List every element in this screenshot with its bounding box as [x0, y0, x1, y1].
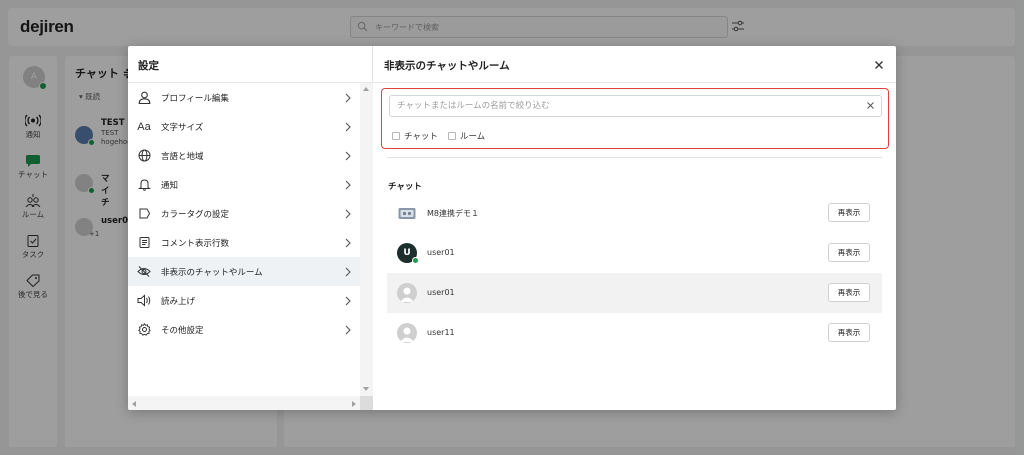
settings-horizontal-scrollbar[interactable] [128, 396, 360, 410]
chat-checkbox[interactable]: チャット [392, 130, 438, 142]
hidden-list-row: user01 再表示 [387, 273, 882, 313]
globe-icon [136, 148, 152, 164]
filter-panel: チャット ルーム [381, 88, 889, 149]
settings-vertical-scrollbar[interactable] [360, 83, 373, 396]
menu-item-notification[interactable]: 通知 [128, 170, 360, 199]
scroll-left-icon[interactable] [132, 401, 136, 407]
color-tag-icon [136, 206, 152, 222]
unhide-button[interactable]: 再表示 [828, 243, 870, 262]
avatar-initial: U [403, 248, 411, 258]
menu-item-profile[interactable]: プロフィール編集 [128, 83, 360, 112]
row-name: user11 [427, 328, 455, 337]
chevron-right-icon [345, 209, 351, 218]
default-avatar-icon [397, 283, 417, 303]
chevron-right-icon [345, 296, 351, 305]
menu-item-language[interactable]: 言語と地域 [128, 141, 360, 170]
scroll-up-icon[interactable] [363, 87, 369, 91]
font-size-icon: Aa [137, 120, 151, 133]
room-checkbox[interactable]: ルーム [447, 130, 486, 142]
online-dot [412, 257, 419, 264]
scroll-right-icon[interactable] [352, 401, 356, 407]
divider [373, 82, 896, 83]
settings-menu-pane: 設定 プロフィール編集 Aa 文字サイズ 言語と地域 通知 カラータグの設定 コ… [128, 46, 373, 410]
hidden-list-row: user11 再表示 [387, 313, 882, 353]
menu-item-label: カラータグの設定 [161, 209, 230, 220]
menu-item-other-settings[interactable]: その他設定 [128, 315, 360, 344]
close-icon[interactable] [873, 59, 885, 71]
unhide-button[interactable]: 再表示 [828, 323, 870, 342]
chevron-right-icon [345, 180, 351, 189]
chevron-right-icon [345, 151, 351, 160]
hidden-chats-pane: 非表示のチャットやルーム チャット ルーム チャット M8連携デモ１ 再表示 U… [373, 46, 896, 410]
chevron-right-icon [345, 267, 351, 276]
chevron-right-icon [345, 238, 351, 247]
checkbox-label: チャット [404, 132, 438, 142]
gear-icon [136, 322, 152, 338]
speaker-icon [136, 293, 152, 309]
user-avatar: U [397, 243, 419, 264]
menu-item-label: コメント表示行数 [161, 238, 230, 249]
scrollbar-corner [360, 396, 373, 410]
chevron-right-icon [345, 93, 351, 102]
row-name: user01 [427, 288, 455, 297]
menu-item-label: 通知 [161, 180, 179, 191]
checkbox-label: ルーム [459, 132, 486, 142]
comment-lines-icon [136, 235, 152, 251]
menu-item-font-size[interactable]: Aa 文字サイズ [128, 112, 360, 141]
menu-item-label: プロフィール編集 [161, 93, 229, 104]
menu-item-comment-lines[interactable]: コメント表示行数 [128, 228, 360, 257]
scroll-down-icon[interactable] [363, 387, 369, 391]
unhide-button[interactable]: 再表示 [828, 283, 870, 302]
person-icon [136, 90, 152, 106]
menu-item-hidden-chats[interactable]: 非表示のチャットやルーム [128, 257, 360, 286]
menu-item-label: その他設定 [161, 325, 204, 336]
section-label-chat: チャット [388, 182, 422, 192]
settings-menu: プロフィール編集 Aa 文字サイズ 言語と地域 通知 カラータグの設定 コメント… [128, 83, 360, 344]
type-filter-row: チャット ルーム [392, 130, 485, 142]
row-name: M8連携デモ１ [427, 209, 479, 218]
room-avatar [397, 203, 417, 223]
hidden-chats-title: 非表示のチャットやルーム [384, 60, 510, 72]
checkbox-box[interactable] [447, 132, 456, 140]
hidden-list-row: M8連携デモ１ 再表示 [387, 193, 882, 233]
chevron-right-icon [345, 325, 351, 334]
name-filter-input[interactable] [389, 95, 882, 117]
unhide-button[interactable]: 再表示 [828, 203, 870, 222]
settings-title: 設定 [138, 60, 159, 72]
checkbox-box[interactable] [392, 132, 400, 140]
default-avatar-icon [397, 323, 417, 343]
eye-off-icon [136, 264, 152, 280]
bell-icon [136, 177, 152, 193]
clear-input-icon[interactable] [866, 101, 875, 110]
menu-item-label: 読み上げ [161, 296, 196, 307]
hidden-list-row: U user01 再表示 [387, 233, 882, 273]
settings-modal: 設定 プロフィール編集 Aa 文字サイズ 言語と地域 通知 カラータグの設定 コ… [128, 46, 896, 410]
menu-item-label: 非表示のチャットやルーム [161, 267, 263, 278]
menu-item-color-tag[interactable]: カラータグの設定 [128, 199, 360, 228]
hidden-list: M8連携デモ１ 再表示 U user01 再表示 user01 再表示 user… [387, 193, 882, 353]
chevron-right-icon [345, 122, 351, 131]
menu-item-read-aloud[interactable]: 読み上げ [128, 286, 360, 315]
menu-item-label: 文字サイズ [161, 122, 204, 133]
row-name: user01 [427, 248, 455, 257]
menu-item-label: 言語と地域 [161, 151, 204, 162]
divider [387, 157, 882, 158]
